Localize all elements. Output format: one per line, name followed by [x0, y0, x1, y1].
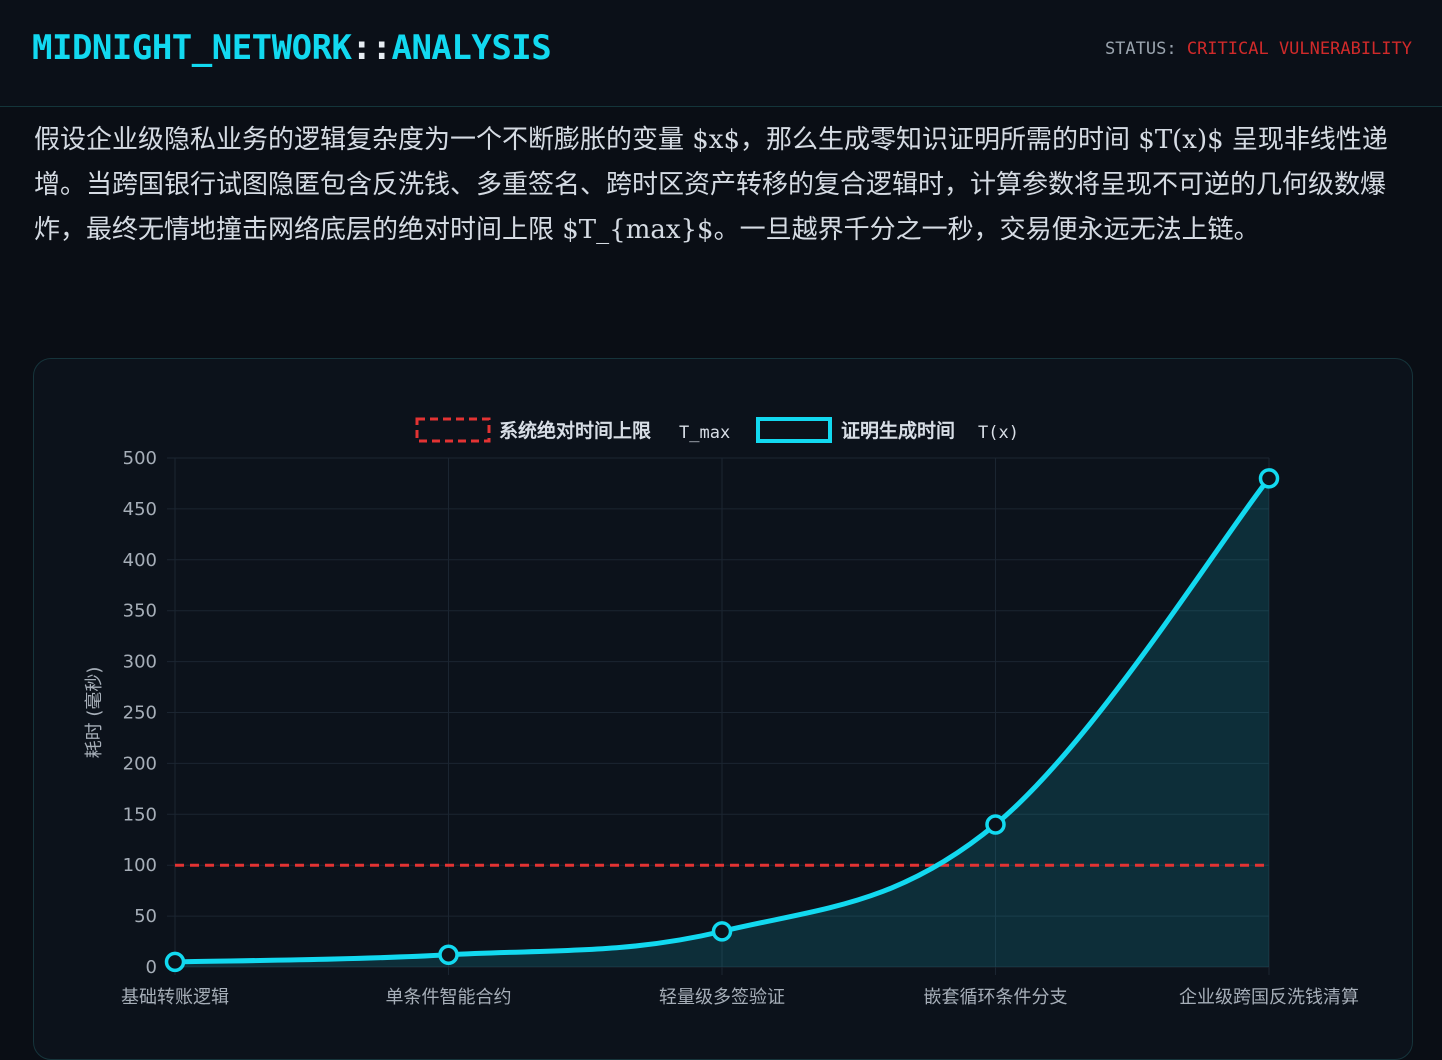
- brand-main: MIDNIGHT_NETWORK: [32, 28, 352, 68]
- line-chart: 0 50 100 150 200 250 300 350 400 450 500 基础转账逻辑 单条件智…: [84, 417, 1359, 1008]
- y-axis-label: 耗时 (毫秒): [84, 667, 105, 759]
- status-indicator: STATUS: CRITICAL VULNERABILITY: [1105, 39, 1412, 59]
- brand-separator: ::: [351, 28, 392, 68]
- legend-swatch-tx: [756, 417, 832, 443]
- x-tick-label: 企业级跨国反洗钱清算: [1179, 987, 1359, 1008]
- analysis-description: 假设企业级隐私业务的逻辑复杂度为一个不断膨胀的变量 $x$，那么生成零知识证明所…: [34, 125, 1388, 245]
- legend-swatch-tmax: [415, 417, 491, 443]
- y-tick-label: 250: [123, 703, 157, 724]
- brand-sub: ANALYSIS: [391, 28, 552, 68]
- app-header: MIDNIGHT_NETWORK::ANALYSIS STATUS: CRITI…: [0, 0, 1442, 107]
- data-point: [1258, 468, 1280, 489]
- y-tick-label: 500: [123, 448, 157, 469]
- y-tick-label: 0: [146, 957, 157, 978]
- legend-label-tmax: 系统绝对时间上限: [499, 419, 651, 442]
- data-point: [985, 814, 1006, 835]
- legend-label-tx: 证明生成时间: [841, 419, 955, 442]
- y-tick-label: 350: [123, 601, 157, 622]
- x-tick-label: 单条件智能合约: [386, 987, 512, 1008]
- status-value: CRITICAL VULNERABILITY: [1186, 39, 1412, 59]
- x-tick-label: 基础转账逻辑: [121, 987, 229, 1008]
- legend-code-tmax: T_max: [679, 423, 730, 443]
- x-tick-label: 轻量级多签验证: [659, 987, 785, 1008]
- y-tick-label: 450: [123, 499, 157, 520]
- y-tick-label: 150: [123, 804, 157, 825]
- data-point: [711, 921, 733, 942]
- data-point: [438, 944, 459, 966]
- y-tick-label: 200: [123, 753, 157, 774]
- y-tick-label: 300: [123, 652, 157, 673]
- data-point: [164, 951, 186, 973]
- legend-code-tx: T(x): [978, 423, 1019, 443]
- y-tick-label: 400: [123, 550, 157, 571]
- status-label: STATUS:: [1104, 39, 1187, 59]
- y-tick-label: 100: [123, 855, 157, 876]
- x-tick-label: 嵌套循环条件分支: [924, 987, 1068, 1008]
- brand-title: MIDNIGHT_NETWORK::ANALYSIS: [32, 28, 552, 68]
- y-tick-label: 50: [134, 906, 157, 927]
- chart-panel: 0 50 100 150 200 250 300 350 400 450 500 基础转账逻辑 单条件智…: [33, 358, 1413, 1060]
